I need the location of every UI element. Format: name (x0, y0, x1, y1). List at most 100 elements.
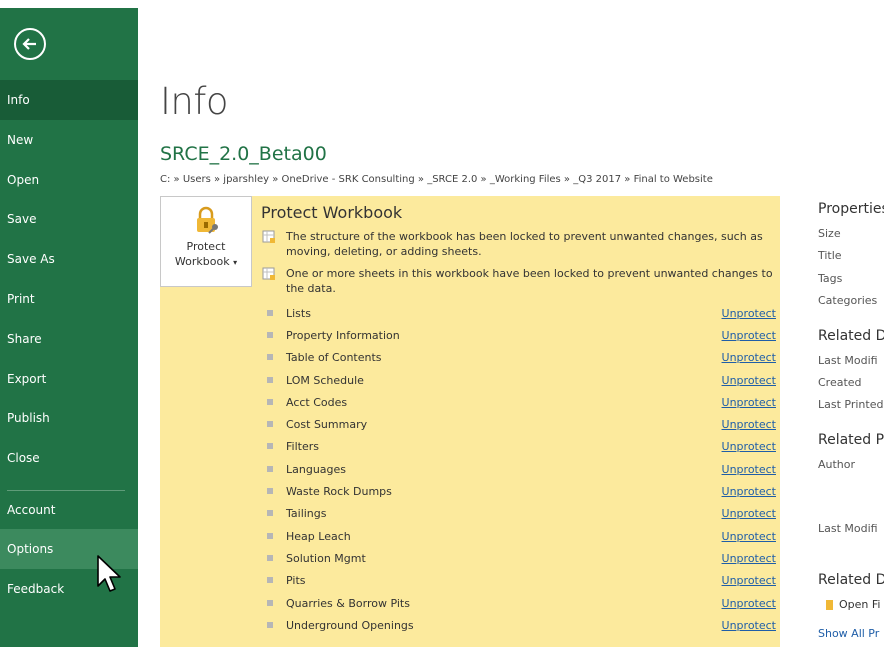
bullet-icon (267, 533, 273, 539)
list-item: Quarries & Borrow Pits Unprotect (262, 593, 778, 615)
backstage-sidebar: Info New Open Save Save As Print Share E… (0, 8, 138, 647)
file-path-breadcrumb: C: » Users » jparshley » OneDrive - SRK … (160, 174, 713, 185)
sheet-name: Pits (286, 574, 306, 587)
list-item: Cost Summary Unprotect (262, 414, 778, 436)
sidebar-item-save-as[interactable]: Save As (0, 239, 138, 279)
sidebar-item-export[interactable]: Export (0, 359, 138, 399)
bullet-icon (267, 488, 273, 494)
list-item: Solution Mgmt Unprotect (262, 548, 778, 570)
sidebar-item-info[interactable]: Info (0, 80, 138, 120)
bullet-icon (267, 332, 273, 338)
list-item: Lists Unprotect (262, 303, 778, 325)
mouse-cursor-icon (96, 554, 122, 598)
protect-heading: Protect Workbook (261, 203, 403, 222)
property-label-categories: Categories (818, 294, 878, 307)
bullet-icon (267, 399, 273, 405)
bullet-icon (267, 354, 273, 360)
sheet-name: Heap Leach (286, 530, 351, 543)
date-label-last-printed: Last Printed (818, 398, 884, 411)
sheet-name: Solution Mgmt (286, 552, 366, 565)
sidebar-item-share[interactable]: Share (0, 319, 138, 359)
unprotect-link[interactable]: Unprotect (722, 307, 776, 320)
unprotect-link[interactable]: Unprotect (722, 597, 776, 610)
sidebar-item-publish[interactable]: Publish (0, 398, 138, 438)
bullet-icon (267, 421, 273, 427)
list-item: Pits Unprotect (262, 570, 778, 592)
bullet-icon (267, 577, 273, 583)
list-item: Filters Unprotect (262, 436, 778, 458)
unprotect-link[interactable]: Unprotect (722, 552, 776, 565)
bullet-icon (267, 510, 273, 516)
protect-workbook-button[interactable]: Protect Workbook ▾ (160, 196, 252, 287)
chevron-down-icon: ▾ (233, 258, 238, 267)
open-file-location-link[interactable]: Open Fi (839, 598, 880, 611)
date-label-last-modified: Last Modifi (818, 354, 878, 367)
sheet-name: Acct Codes (286, 396, 348, 409)
file-name: SRCE_2.0_Beta00 (160, 143, 327, 165)
protect-button-label-1: Protect (186, 240, 226, 253)
sidebar-item-print[interactable]: Print (0, 279, 138, 319)
folder-icon (826, 600, 833, 610)
unprotect-link[interactable]: Unprotect (722, 619, 776, 632)
sidebar-item-account[interactable]: Account (0, 490, 138, 530)
unprotect-link[interactable]: Unprotect (722, 574, 776, 587)
property-label-tags: Tags (818, 272, 843, 285)
sheet-name: Quarries & Borrow Pits (286, 597, 410, 610)
sheet-name: Waste Rock Dumps (286, 485, 392, 498)
unprotect-link[interactable]: Unprotect (722, 418, 776, 431)
sheet-name: Underground Openings (286, 619, 414, 632)
bullet-icon (267, 310, 273, 316)
bullet-icon (267, 466, 273, 472)
sidebar-item-open[interactable]: Open (0, 160, 138, 200)
locked-structure-icon (262, 230, 275, 243)
unprotect-link[interactable]: Unprotect (722, 507, 776, 520)
author-label: Author (818, 458, 856, 471)
list-item: Acct Codes Unprotect (262, 392, 778, 414)
sheet-name: Languages (286, 463, 347, 476)
unprotect-link[interactable]: Unprotect (722, 396, 776, 409)
list-item: Property Information Unprotect (262, 325, 778, 347)
bullet-icon (267, 555, 273, 561)
list-item: Heap Leach Unprotect (262, 526, 778, 548)
page-title: Info (160, 80, 229, 123)
sheet-name: Property Information (286, 329, 400, 342)
sheet-name: LOM Schedule (286, 374, 364, 387)
list-item: Waste Rock Dumps Unprotect (262, 481, 778, 503)
sheet-name: Cost Summary (286, 418, 368, 431)
list-item: Table of Contents Unprotect (262, 347, 778, 369)
unprotect-link[interactable]: Unprotect (722, 530, 776, 543)
window-top (0, 0, 884, 8)
sheet-name: Lists (286, 307, 311, 320)
unprotect-link[interactable]: Unprotect (722, 329, 776, 342)
property-label-title: Title (818, 249, 842, 262)
sidebar-item-close[interactable]: Close (0, 438, 138, 478)
list-item: Languages Unprotect (262, 459, 778, 481)
protect-button-label-2: Workbook ▾ (174, 255, 238, 268)
sidebar-item-save[interactable]: Save (0, 199, 138, 239)
properties-pane: Properties Size Title Tags Categories Re… (810, 196, 884, 647)
back-arrow-icon[interactable] (14, 28, 46, 60)
bullet-icon (267, 622, 273, 628)
list-item: LOM Schedule Unprotect (262, 370, 778, 392)
unprotect-link[interactable]: Unprotect (722, 485, 776, 498)
unprotect-link[interactable]: Unprotect (722, 463, 776, 476)
related-people-heading: Related Pe (818, 432, 884, 448)
list-item: Tailings Unprotect (262, 503, 778, 525)
unprotect-link[interactable]: Unprotect (722, 351, 776, 364)
date-label-created: Created (818, 376, 862, 389)
unprotect-link[interactable]: Unprotect (722, 440, 776, 453)
bullet-icon (267, 443, 273, 449)
properties-heading[interactable]: Properties (818, 201, 884, 217)
list-item: Underground Openings Unprotect (262, 615, 778, 637)
structure-locked-message: The structure of the workbook has been l… (286, 230, 763, 258)
sidebar-item-new[interactable]: New (0, 120, 138, 160)
related-dates-heading: Related D (818, 328, 884, 344)
unprotect-link[interactable]: Unprotect (722, 374, 776, 387)
bullet-icon (267, 600, 273, 606)
last-modified-by-label: Last Modifi (818, 522, 878, 535)
sheets-locked-message: One or more sheets in this workbook have… (286, 267, 773, 295)
sheet-name: Filters (286, 440, 319, 453)
property-label-size: Size (818, 227, 841, 240)
show-all-properties-link[interactable]: Show All Pr (818, 627, 879, 640)
related-documents-heading: Related D (818, 572, 884, 588)
